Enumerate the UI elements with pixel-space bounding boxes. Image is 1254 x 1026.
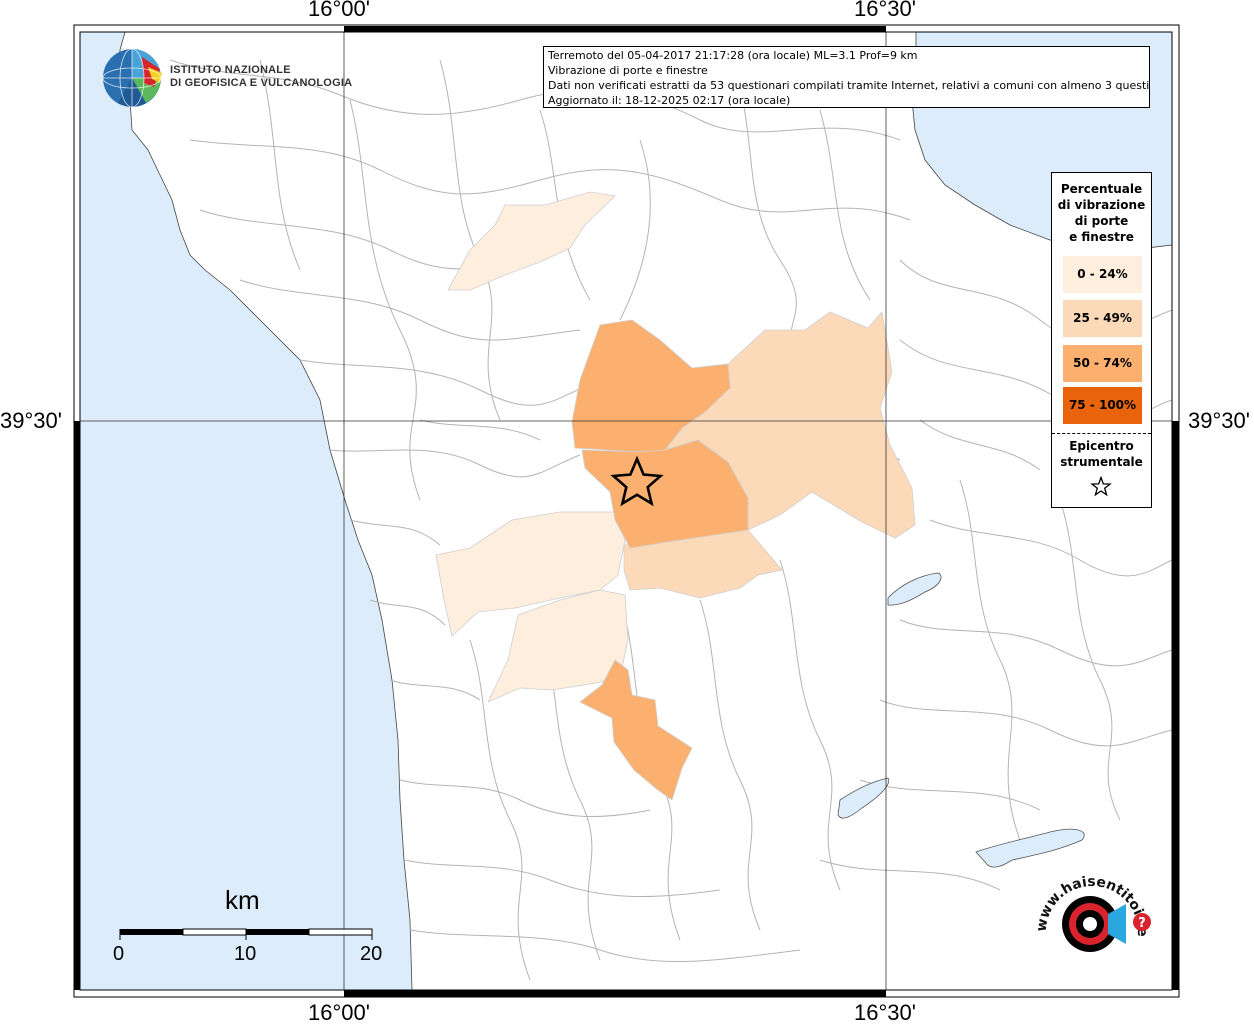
legend-epicenter-label: Epicentro strumentale	[1052, 438, 1151, 470]
legend-class-swatch: 50 - 74%	[1063, 345, 1142, 382]
haisentito-logo: www.haisentitoilterremoto.it ?	[1028, 862, 1151, 952]
legend-title-line: di vibrazione	[1057, 198, 1146, 212]
event-info-line: Terremoto del 05-04-2017 21:17:28 (ora l…	[548, 49, 918, 62]
ingv-logo-text: ISTITUTO NAZIONALE DI GEOFISICA E VULCAN…	[170, 64, 352, 90]
latitude-label-left: 39°30'	[0, 408, 62, 433]
longitude-label-top-right: 16°30'	[854, 0, 916, 21]
legend-epicenter-line: Epicentro	[1069, 439, 1134, 453]
legend-title: Percentuale di vibrazione di porte e fin…	[1052, 181, 1151, 245]
scale-tick-label: 10	[234, 943, 257, 965]
legend-title-line: di porte	[1074, 214, 1129, 228]
question-mark: ?	[1138, 916, 1146, 931]
ingv-logo-line: DI GEOFISICA E VULCANOLOGIA	[170, 77, 353, 89]
longitude-label-top-left: 16°00'	[308, 0, 370, 21]
legend-title-line: e finestre	[1069, 230, 1134, 244]
legend-class-swatch: 25 - 49%	[1063, 300, 1142, 337]
latitude-label-right: 39°30'	[1188, 408, 1250, 433]
scale-tick-label: 20	[360, 943, 383, 965]
longitude-label-bottom-right: 16°30'	[854, 1000, 916, 1025]
legend-class-swatch: 75 - 100%	[1063, 387, 1142, 424]
scale-tick-label: 0	[113, 943, 125, 965]
legend-title-line: Percentuale	[1060, 182, 1143, 196]
longitude-label-bottom-left: 16°00'	[308, 1000, 370, 1025]
ingv-logo-line: ISTITUTO NAZIONALE	[170, 64, 291, 76]
legend: Percentuale di vibrazione di porte e fin…	[1051, 172, 1152, 508]
legend-class-swatch: 0 - 24%	[1063, 256, 1142, 293]
event-info-line: Aggiornato il: 18-12-2025 02:17 (ora loc…	[548, 94, 791, 107]
legend-epicenter-line: strumentale	[1060, 455, 1143, 469]
scale-unit-label: km	[225, 885, 260, 915]
event-info-line: Vibrazione di porte e finestre	[548, 64, 708, 77]
star-icon	[1090, 476, 1112, 497]
ingv-logo	[102, 48, 162, 108]
event-info-line: Dati non verificati estratti da 53 quest…	[548, 79, 1149, 92]
legend-separator	[1052, 433, 1151, 434]
globe-icon	[102, 48, 162, 108]
event-info-box: Terremoto del 05-04-2017 21:17:28 (ora l…	[543, 46, 1150, 108]
